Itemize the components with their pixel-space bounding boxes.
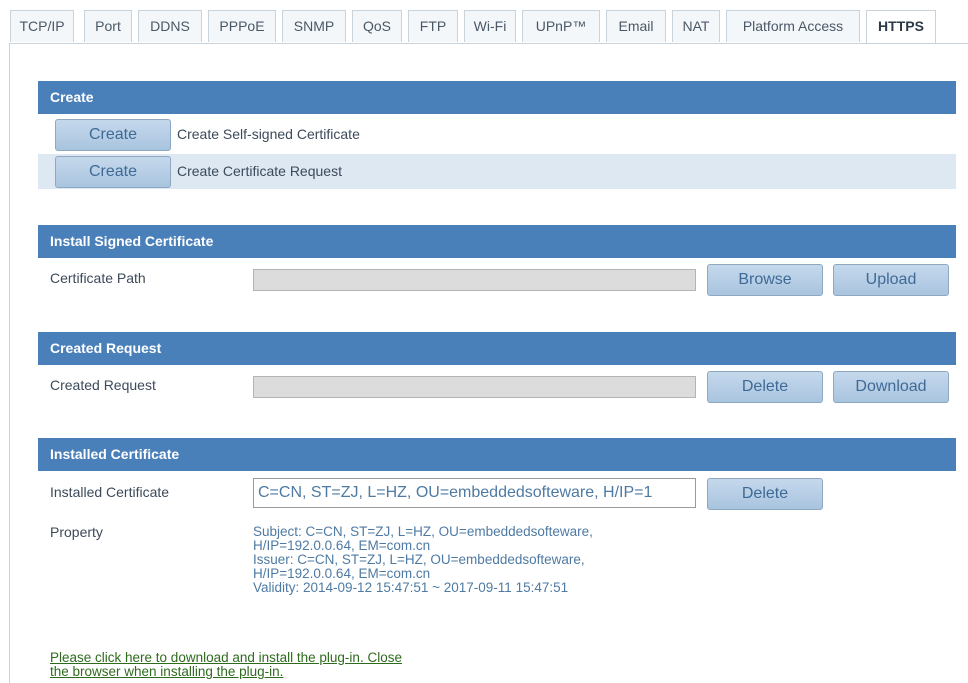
tab-pppoe[interactable]: PPPoE [208, 10, 276, 42]
create-self-signed-button[interactable]: Create [55, 119, 171, 151]
download-request-button[interactable]: Download [833, 371, 949, 403]
property-line: Issuer: C=CN, ST=ZJ, L=HZ, OU=embeddedso… [253, 552, 585, 567]
property-line: H/IP=192.0.0.64, EM=com.cn [253, 566, 431, 581]
plugin-download-link[interactable]: Please click here to download and instal… [50, 651, 402, 679]
tab-platform-access[interactable]: Platform Access [726, 10, 860, 42]
upload-button[interactable]: Upload [833, 264, 949, 296]
tab-https[interactable]: HTTPS [866, 10, 936, 44]
certificate-path-label: Certificate Path [50, 270, 146, 286]
create-section-header: Create [38, 81, 956, 114]
tab-email[interactable]: Email [606, 10, 666, 42]
delete-request-button[interactable]: Delete [707, 371, 823, 403]
tab-wifi[interactable]: Wi-Fi [464, 10, 516, 42]
created-request-label: Created Request [50, 377, 156, 393]
plugin-notice-line: the browser when installing the plug-in. [50, 664, 284, 679]
installed-section-header: Installed Certificate [38, 438, 956, 471]
property-line: Validity: 2014-09-12 15:47:51 ~ 2017-09-… [253, 580, 569, 595]
tab-qos[interactable]: QoS [352, 10, 402, 42]
create-row-shade [38, 154, 956, 189]
property-line: H/IP=192.0.0.64, EM=com.cn [253, 538, 431, 553]
created-request-field [253, 376, 696, 398]
tab-upnp[interactable]: UPnP™ [522, 10, 600, 42]
certificate-properties: Subject: C=CN, ST=ZJ, L=HZ, OU=embeddeds… [253, 525, 593, 595]
installed-certificate-field[interactable]: C=CN, ST=ZJ, L=HZ, OU=embeddedsofteware,… [253, 478, 696, 508]
tab-bar: TCP/IP Port DDNS PPPoE SNMP QoS FTP Wi-F… [0, 0, 968, 44]
plugin-notice-line: Please click here to download and instal… [50, 650, 402, 665]
installed-certificate-label: Installed Certificate [50, 484, 170, 500]
tab-snmp[interactable]: SNMP [282, 10, 346, 42]
certificate-path-field[interactable] [253, 269, 696, 291]
request-section-header: Created Request [38, 332, 956, 365]
property-label: Property [50, 524, 103, 540]
create-request-label: Create Certificate Request [177, 163, 342, 179]
delete-certificate-button[interactable]: Delete [707, 478, 823, 510]
create-request-button[interactable]: Create [55, 156, 171, 188]
create-self-signed-label: Create Self-signed Certificate [177, 126, 360, 142]
tab-port[interactable]: Port [84, 10, 132, 42]
tab-ddns[interactable]: DDNS [138, 10, 202, 42]
tab-tcpip[interactable]: TCP/IP [10, 10, 74, 42]
tab-ftp[interactable]: FTP [408, 10, 458, 42]
property-line: Subject: C=CN, ST=ZJ, L=HZ, OU=embeddeds… [253, 524, 593, 539]
install-section-header: Install Signed Certificate [38, 225, 956, 258]
browse-button[interactable]: Browse [707, 264, 823, 296]
tab-nat[interactable]: NAT [672, 10, 720, 42]
